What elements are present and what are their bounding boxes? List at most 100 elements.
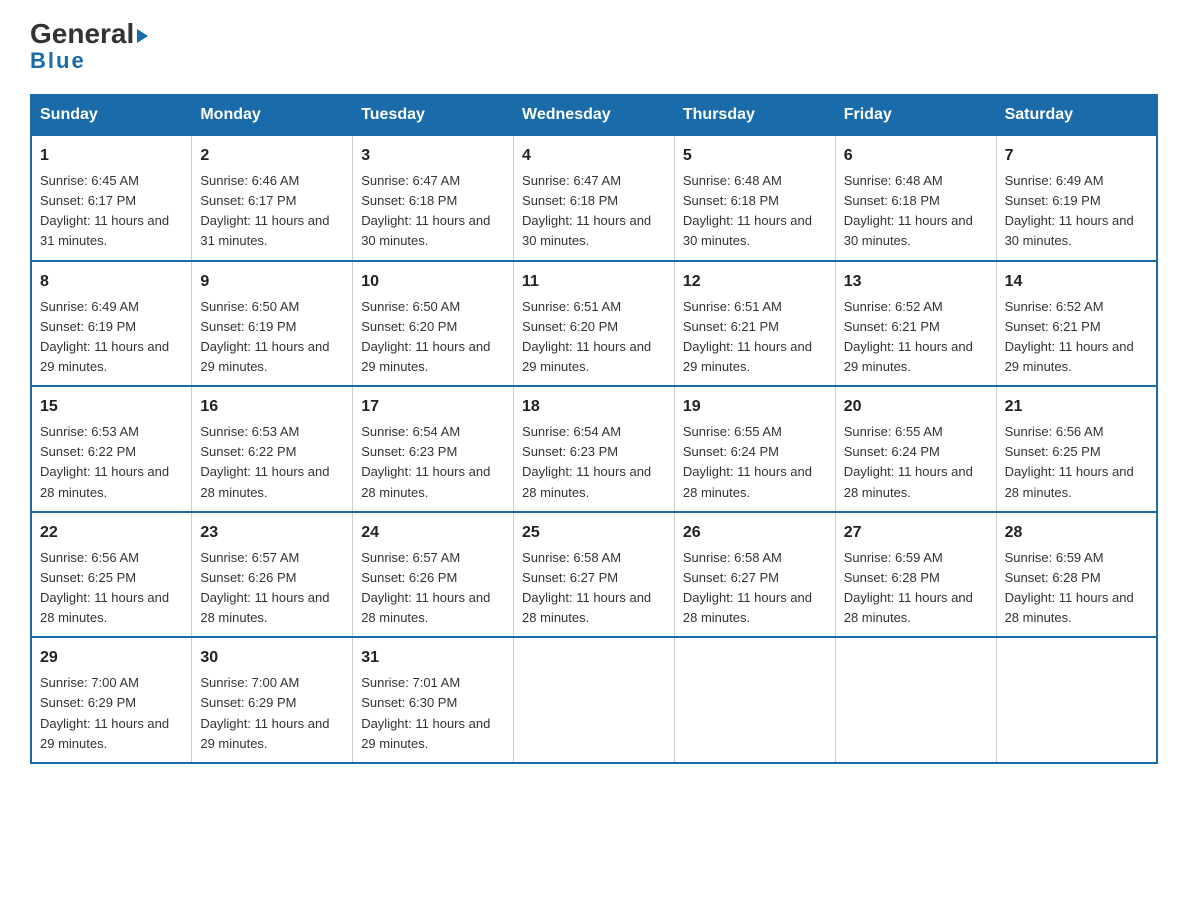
day-number: 21	[1005, 395, 1148, 419]
calendar-cell: 17Sunrise: 6:54 AMSunset: 6:23 PMDayligh…	[353, 386, 514, 512]
day-number: 24	[361, 521, 505, 545]
calendar-cell: 12 Sunrise: 6:51 AMSunset: 6:21 PMDayligh…	[674, 261, 835, 387]
calendar-cell: 11Sunrise: 6:51 AMSunset: 6:20 PMDayligh…	[514, 261, 675, 387]
day-info: Sunrise: 6:51 AMSunset: 6:21 PMDaylight:…	[683, 297, 827, 378]
day-number: 8	[40, 270, 183, 294]
calendar-cell: 4Sunrise: 6:47 AMSunset: 6:18 PMDaylight…	[514, 135, 675, 261]
calendar-header-friday: Friday	[835, 95, 996, 135]
day-number: 15	[40, 395, 183, 419]
calendar-cell: 15 Sunrise: 6:53 AMSunset: 6:22 PMDayligh…	[31, 386, 192, 512]
calendar-cell	[996, 637, 1157, 763]
day-info: Sunrise: 6:55 AMSunset: 6:24 PMDaylight:…	[844, 422, 988, 503]
day-info: Sunrise: 6:49 AMSunset: 6:19 PMDaylight:…	[40, 297, 183, 378]
day-number: 6	[844, 144, 988, 168]
day-number: 19	[683, 395, 827, 419]
day-number: 18	[522, 395, 666, 419]
day-info: Sunrise: 6:59 AMSunset: 6:28 PMDaylight:…	[844, 548, 988, 629]
day-info: Sunrise: 6:57 AMSunset: 6:26 PMDaylight:…	[200, 548, 344, 629]
day-number: 13	[844, 270, 988, 294]
calendar-cell: 9Sunrise: 6:50 AMSunset: 6:19 PMDaylight…	[192, 261, 353, 387]
calendar-header-wednesday: Wednesday	[514, 95, 675, 135]
calendar-cell: 2 Sunrise: 6:46 AMSunset: 6:17 PMDaylight…	[192, 135, 353, 261]
day-number: 27	[844, 521, 988, 545]
calendar-cell: 6 Sunrise: 6:48 AMSunset: 6:18 PMDaylight…	[835, 135, 996, 261]
calendar-cell: 5Sunrise: 6:48 AMSunset: 6:18 PMDaylight…	[674, 135, 835, 261]
calendar-header-saturday: Saturday	[996, 95, 1157, 135]
calendar-cell: 22 Sunrise: 6:56 AMSunset: 6:25 PMDayligh…	[31, 512, 192, 638]
day-info: Sunrise: 6:46 AMSunset: 6:17 PMDaylight:…	[200, 171, 344, 252]
day-number: 31	[361, 646, 505, 670]
day-info: Sunrise: 6:50 AMSunset: 6:20 PMDaylight:…	[361, 297, 505, 378]
calendar-week-4: 22 Sunrise: 6:56 AMSunset: 6:25 PMDayligh…	[31, 512, 1157, 638]
calendar-cell: 30Sunrise: 7:00 AMSunset: 6:29 PMDayligh…	[192, 637, 353, 763]
day-number: 1	[40, 144, 183, 168]
day-info: Sunrise: 6:52 AMSunset: 6:21 PMDaylight:…	[1005, 297, 1148, 378]
calendar-cell: 16 Sunrise: 6:53 AMSunset: 6:22 PMDayligh…	[192, 386, 353, 512]
day-number: 3	[361, 144, 505, 168]
day-info: Sunrise: 6:56 AMSunset: 6:25 PMDaylight:…	[40, 548, 183, 629]
day-info: Sunrise: 6:48 AMSunset: 6:18 PMDaylight:…	[683, 171, 827, 252]
calendar-cell: 25 Sunrise: 6:58 AMSunset: 6:27 PMDayligh…	[514, 512, 675, 638]
calendar-cell: 7 Sunrise: 6:49 AMSunset: 6:19 PMDaylight…	[996, 135, 1157, 261]
day-info: Sunrise: 7:00 AMSunset: 6:29 PMDaylight:…	[40, 673, 183, 754]
day-info: Sunrise: 6:49 AMSunset: 6:19 PMDaylight:…	[1005, 171, 1148, 252]
day-info: Sunrise: 6:58 AMSunset: 6:27 PMDaylight:…	[683, 548, 827, 629]
day-number: 25	[522, 521, 666, 545]
calendar-cell: 27 Sunrise: 6:59 AMSunset: 6:28 PMDayligh…	[835, 512, 996, 638]
day-info: Sunrise: 6:55 AMSunset: 6:24 PMDaylight:…	[683, 422, 827, 503]
calendar-cell: 8 Sunrise: 6:49 AMSunset: 6:19 PMDaylight…	[31, 261, 192, 387]
calendar-cell: 18Sunrise: 6:54 AMSunset: 6:23 PMDayligh…	[514, 386, 675, 512]
day-info: Sunrise: 6:53 AMSunset: 6:22 PMDaylight:…	[200, 422, 344, 503]
calendar-cell	[674, 637, 835, 763]
day-info: Sunrise: 7:00 AMSunset: 6:29 PMDaylight:…	[200, 673, 344, 754]
day-info: Sunrise: 6:57 AMSunset: 6:26 PMDaylight:…	[361, 548, 505, 629]
calendar-cell: 24 Sunrise: 6:57 AMSunset: 6:26 PMDayligh…	[353, 512, 514, 638]
day-info: Sunrise: 6:51 AMSunset: 6:20 PMDaylight:…	[522, 297, 666, 378]
calendar-cell: 28 Sunrise: 6:59 AMSunset: 6:28 PMDayligh…	[996, 512, 1157, 638]
day-info: Sunrise: 6:48 AMSunset: 6:18 PMDaylight:…	[844, 171, 988, 252]
calendar-week-3: 15 Sunrise: 6:53 AMSunset: 6:22 PMDayligh…	[31, 386, 1157, 512]
logo-general: General	[30, 20, 148, 48]
calendar-cell: 19 Sunrise: 6:55 AMSunset: 6:24 PMDayligh…	[674, 386, 835, 512]
calendar-week-5: 29 Sunrise: 7:00 AMSunset: 6:29 PMDayligh…	[31, 637, 1157, 763]
day-number: 16	[200, 395, 344, 419]
calendar-cell: 26 Sunrise: 6:58 AMSunset: 6:27 PMDayligh…	[674, 512, 835, 638]
day-number: 10	[361, 270, 505, 294]
day-info: Sunrise: 6:54 AMSunset: 6:23 PMDaylight:…	[361, 422, 505, 503]
day-number: 26	[683, 521, 827, 545]
calendar-header-monday: Monday	[192, 95, 353, 135]
calendar-cell: 23 Sunrise: 6:57 AMSunset: 6:26 PMDayligh…	[192, 512, 353, 638]
day-number: 7	[1005, 144, 1148, 168]
day-number: 2	[200, 144, 344, 168]
day-info: Sunrise: 6:58 AMSunset: 6:27 PMDaylight:…	[522, 548, 666, 629]
day-info: Sunrise: 6:56 AMSunset: 6:25 PMDaylight:…	[1005, 422, 1148, 503]
day-number: 28	[1005, 521, 1148, 545]
calendar-week-2: 8 Sunrise: 6:49 AMSunset: 6:19 PMDaylight…	[31, 261, 1157, 387]
day-info: Sunrise: 6:45 AMSunset: 6:17 PMDaylight:…	[40, 171, 183, 252]
day-number: 9	[200, 270, 344, 294]
day-number: 23	[200, 521, 344, 545]
calendar-cell: 10 Sunrise: 6:50 AMSunset: 6:20 PMDayligh…	[353, 261, 514, 387]
calendar-body: 1 Sunrise: 6:45 AMSunset: 6:17 PMDaylight…	[31, 135, 1157, 763]
calendar-cell: 13Sunrise: 6:52 AMSunset: 6:21 PMDayligh…	[835, 261, 996, 387]
calendar-cell: 20Sunrise: 6:55 AMSunset: 6:24 PMDayligh…	[835, 386, 996, 512]
calendar-header-tuesday: Tuesday	[353, 95, 514, 135]
day-number: 22	[40, 521, 183, 545]
calendar-header-row: SundayMondayTuesdayWednesdayThursdayFrid…	[31, 95, 1157, 135]
calendar-cell	[835, 637, 996, 763]
day-number: 29	[40, 646, 183, 670]
calendar-cell: 14Sunrise: 6:52 AMSunset: 6:21 PMDayligh…	[996, 261, 1157, 387]
day-number: 4	[522, 144, 666, 168]
day-info: Sunrise: 6:53 AMSunset: 6:22 PMDaylight:…	[40, 422, 183, 503]
day-info: Sunrise: 6:59 AMSunset: 6:28 PMDaylight:…	[1005, 548, 1148, 629]
calendar-week-1: 1 Sunrise: 6:45 AMSunset: 6:17 PMDaylight…	[31, 135, 1157, 261]
page-header: General Blue	[30, 20, 1158, 74]
calendar-cell: 29 Sunrise: 7:00 AMSunset: 6:29 PMDayligh…	[31, 637, 192, 763]
day-info: Sunrise: 7:01 AMSunset: 6:30 PMDaylight:…	[361, 673, 505, 754]
calendar-cell: 21 Sunrise: 6:56 AMSunset: 6:25 PMDayligh…	[996, 386, 1157, 512]
calendar-header-thursday: Thursday	[674, 95, 835, 135]
day-number: 12	[683, 270, 827, 294]
calendar-cell: 1 Sunrise: 6:45 AMSunset: 6:17 PMDaylight…	[31, 135, 192, 261]
calendar-table: SundayMondayTuesdayWednesdayThursdayFrid…	[30, 94, 1158, 764]
calendar-cell: 31 Sunrise: 7:01 AMSunset: 6:30 PMDayligh…	[353, 637, 514, 763]
